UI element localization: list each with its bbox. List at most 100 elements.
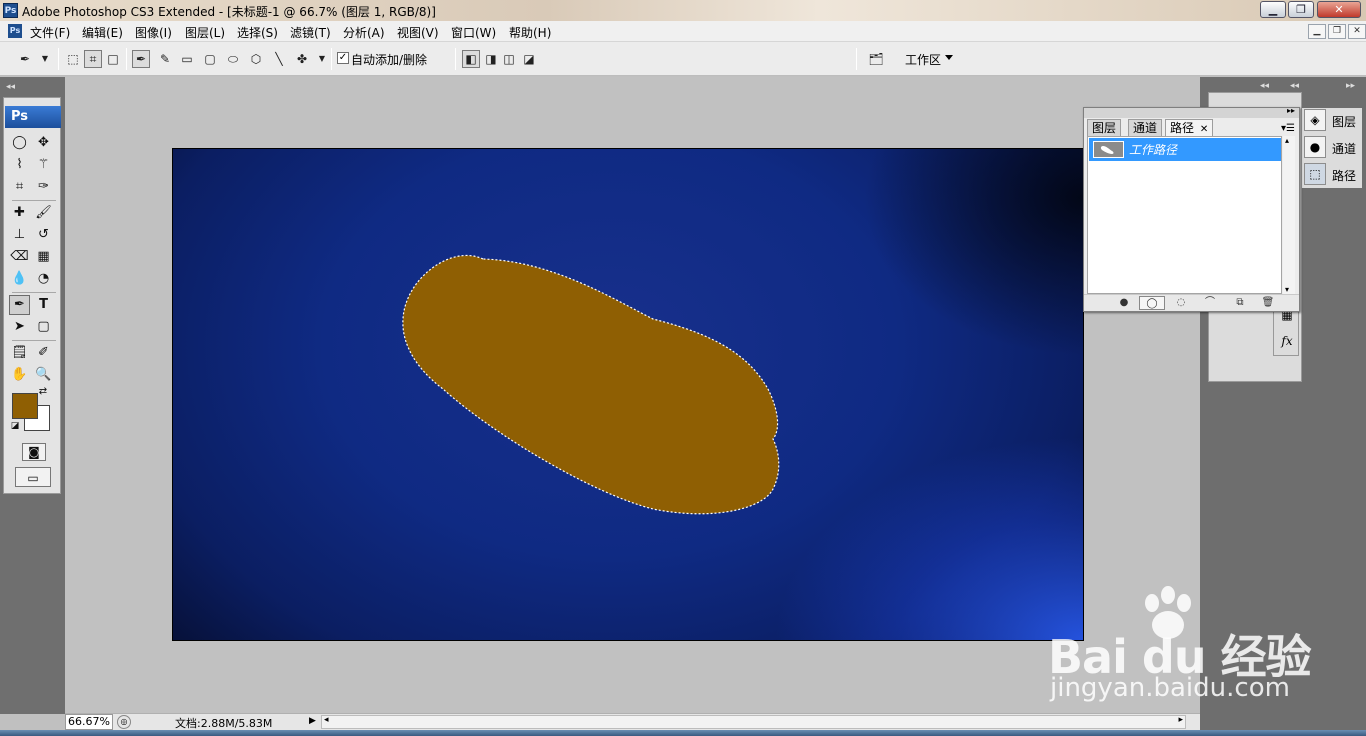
workspace-menu[interactable]: 工作区 <box>905 51 941 68</box>
screen-mode-icon[interactable]: ▭ <box>15 467 51 487</box>
notes-tool-icon[interactable]: 🗒 <box>9 343 30 363</box>
menu-file[interactable]: 文件(F) <box>30 24 70 41</box>
filled-path-shape[interactable] <box>173 149 1084 641</box>
marquee-tool-icon[interactable]: ◯ <box>9 133 30 153</box>
rectangle-shape-icon[interactable]: ▭ <box>178 50 196 68</box>
menu-view[interactable]: 视图(V) <box>397 24 439 41</box>
close-button[interactable]: ✕ <box>1317 1 1361 18</box>
dock-channels[interactable]: ● 通道 <box>1302 135 1364 159</box>
pen-tool-option-icon[interactable]: ✒ <box>132 50 150 68</box>
shape-layers-icon[interactable]: ⬚ <box>64 50 82 68</box>
panel-drag-bar[interactable]: ▸▸ <box>1084 106 1299 118</box>
brush-tool-icon[interactable]: 🖌 <box>33 203 54 223</box>
eyedropper-tool-icon[interactable]: ✐ <box>33 343 54 363</box>
menu-image[interactable]: 图像(I) <box>135 24 172 41</box>
slice-tool-icon[interactable]: ✑ <box>33 177 54 197</box>
new-path-icon[interactable]: ⧉ <box>1232 296 1248 310</box>
load-path-as-selection-icon[interactable]: ◌ <box>1173 296 1189 310</box>
healing-brush-tool-icon[interactable]: ✚ <box>9 203 30 223</box>
pen-tool-icon[interactable]: ✒ <box>9 295 30 315</box>
delete-path-icon[interactable]: 🗑 <box>1260 296 1276 310</box>
scroll-right-icon[interactable]: ▸ <box>1178 715 1183 725</box>
add-to-path-area-icon[interactable]: ◧ <box>462 50 480 68</box>
stroke-path-icon[interactable]: ◯ <box>1139 296 1165 310</box>
crop-tool-icon[interactable]: ⌗ <box>9 177 30 197</box>
menu-filter[interactable]: 滤镜(T) <box>290 24 331 41</box>
brown-shape[interactable] <box>402 254 780 515</box>
clone-stamp-tool-icon[interactable]: ⊥ <box>9 225 30 245</box>
freeform-pen-icon[interactable]: ✎ <box>156 50 174 68</box>
doc-close-button[interactable]: ✕ <box>1348 24 1366 39</box>
tab-layers[interactable]: 图层 <box>1087 119 1122 136</box>
status-info-icon[interactable]: ◎ <box>117 715 131 729</box>
document-icon[interactable]: Ps <box>8 24 22 38</box>
make-work-path-icon[interactable]: ⌒ <box>1199 296 1221 310</box>
ellipse-shape-icon[interactable]: ⬭ <box>224 50 242 68</box>
dock-collapse-icon[interactable]: ◂◂ <box>1260 81 1269 91</box>
hand-tool-icon[interactable]: ✋ <box>9 365 30 385</box>
zoom-tool-icon[interactable]: 🔍 <box>33 365 54 385</box>
rounded-rectangle-icon[interactable]: ▢ <box>201 50 219 68</box>
scroll-up-icon[interactable]: ▴ <box>1285 136 1289 145</box>
fill-pixels-icon[interactable]: □ <box>104 50 122 68</box>
paths-mode-icon[interactable]: ⌗ <box>84 50 102 68</box>
custom-shape-icon[interactable]: ✤ <box>293 50 311 68</box>
dodge-tool-icon[interactable]: ◔ <box>33 269 54 289</box>
shape-tool-icon[interactable]: ▢ <box>33 317 54 337</box>
menu-help[interactable]: 帮助(H) <box>509 24 551 41</box>
pen-preset-icon[interactable]: ✒ <box>16 50 34 68</box>
horizontal-scrollbar[interactable]: ◂ ▸ <box>321 715 1186 729</box>
line-shape-icon[interactable]: ╲ <box>270 50 288 68</box>
menu-layer[interactable]: 图层(L) <box>185 24 225 41</box>
scroll-left-icon[interactable]: ◂ <box>324 715 329 725</box>
gradient-tool-icon[interactable]: ▦ <box>33 247 54 267</box>
menu-select[interactable]: 选择(S) <box>237 24 278 41</box>
panel-collapse-icon[interactable]: ▸▸ <box>1287 106 1295 115</box>
exclude-path-area-icon[interactable]: ◪ <box>520 50 538 68</box>
fill-path-icon[interactable]: ● <box>1116 296 1132 310</box>
dock-layers[interactable]: ◈ 图层 <box>1302 108 1364 132</box>
dock-expand-icon[interactable]: ▸▸ <box>1346 81 1355 91</box>
menu-analysis[interactable]: 分析(A) <box>343 24 385 41</box>
blur-tool-icon[interactable]: 💧 <box>9 269 30 289</box>
default-colors-icon[interactable]: ◪ <box>9 420 21 432</box>
status-menu-arrow-icon[interactable]: ▶ <box>309 716 319 728</box>
doc-restore-button[interactable]: ❐ <box>1328 24 1346 39</box>
tab-close-icon[interactable]: ✕ <box>1200 124 1208 135</box>
path-selection-tool-icon[interactable]: ➤ <box>9 317 30 337</box>
subtract-path-area-icon[interactable]: ◨ <box>482 50 500 68</box>
bridge-icon[interactable]: 🗂 <box>864 50 888 68</box>
lasso-tool-icon[interactable]: ⌇ <box>9 155 30 175</box>
preset-dropdown-icon[interactable]: ▼ <box>36 50 54 68</box>
quick-mask-icon[interactable]: ◙ <box>22 443 46 461</box>
menu-edit[interactable]: 编辑(E) <box>82 24 123 41</box>
scroll-down-icon[interactable]: ▾ <box>1285 285 1289 294</box>
tab-channels[interactable]: 通道 <box>1128 119 1163 136</box>
maximize-button[interactable]: ❐ <box>1288 1 1314 18</box>
styles-fx-icon[interactable]: fx <box>1277 331 1297 351</box>
move-tool-icon[interactable]: ✥ <box>33 133 54 153</box>
intersect-path-area-icon[interactable]: ◫ <box>500 50 518 68</box>
panel-menu-icon[interactable]: ▾☰ <box>1281 123 1295 134</box>
history-brush-tool-icon[interactable]: ↺ <box>33 225 54 245</box>
canvas-image[interactable] <box>172 148 1084 641</box>
auto-add-delete-checkbox[interactable]: ✓ <box>337 52 349 64</box>
panel-vertical-scrollbar[interactable]: ▴ ▾ <box>1283 136 1295 294</box>
shape-dropdown-icon[interactable]: ▼ <box>313 50 331 68</box>
eraser-tool-icon[interactable]: ⌫ <box>9 247 30 267</box>
dock-collapse-icon-2[interactable]: ◂◂ <box>1290 81 1299 91</box>
doc-minimize-button[interactable]: ▁ <box>1308 24 1326 39</box>
path-item[interactable]: 工作路径 <box>1089 138 1281 161</box>
polygon-shape-icon[interactable]: ⬡ <box>247 50 265 68</box>
minimize-button[interactable]: ▁ <box>1260 1 1286 18</box>
zoom-level-field[interactable]: 66.67% <box>65 714 113 730</box>
collapse-toolbox-icon[interactable]: ◂◂ <box>6 82 15 92</box>
magic-wand-tool-icon[interactable]: ⚚ <box>33 155 54 175</box>
foreground-color-swatch-top[interactable] <box>12 393 38 419</box>
workspace-dropdown-icon[interactable] <box>945 55 953 60</box>
tab-paths[interactable]: 路径 ✕ <box>1165 119 1214 137</box>
swap-colors-icon[interactable]: ⇄ <box>37 386 49 398</box>
menu-window[interactable]: 窗口(W) <box>451 24 496 41</box>
dock-paths[interactable]: ⬚ 路径 <box>1302 162 1364 186</box>
type-tool-icon[interactable]: T <box>33 295 54 315</box>
